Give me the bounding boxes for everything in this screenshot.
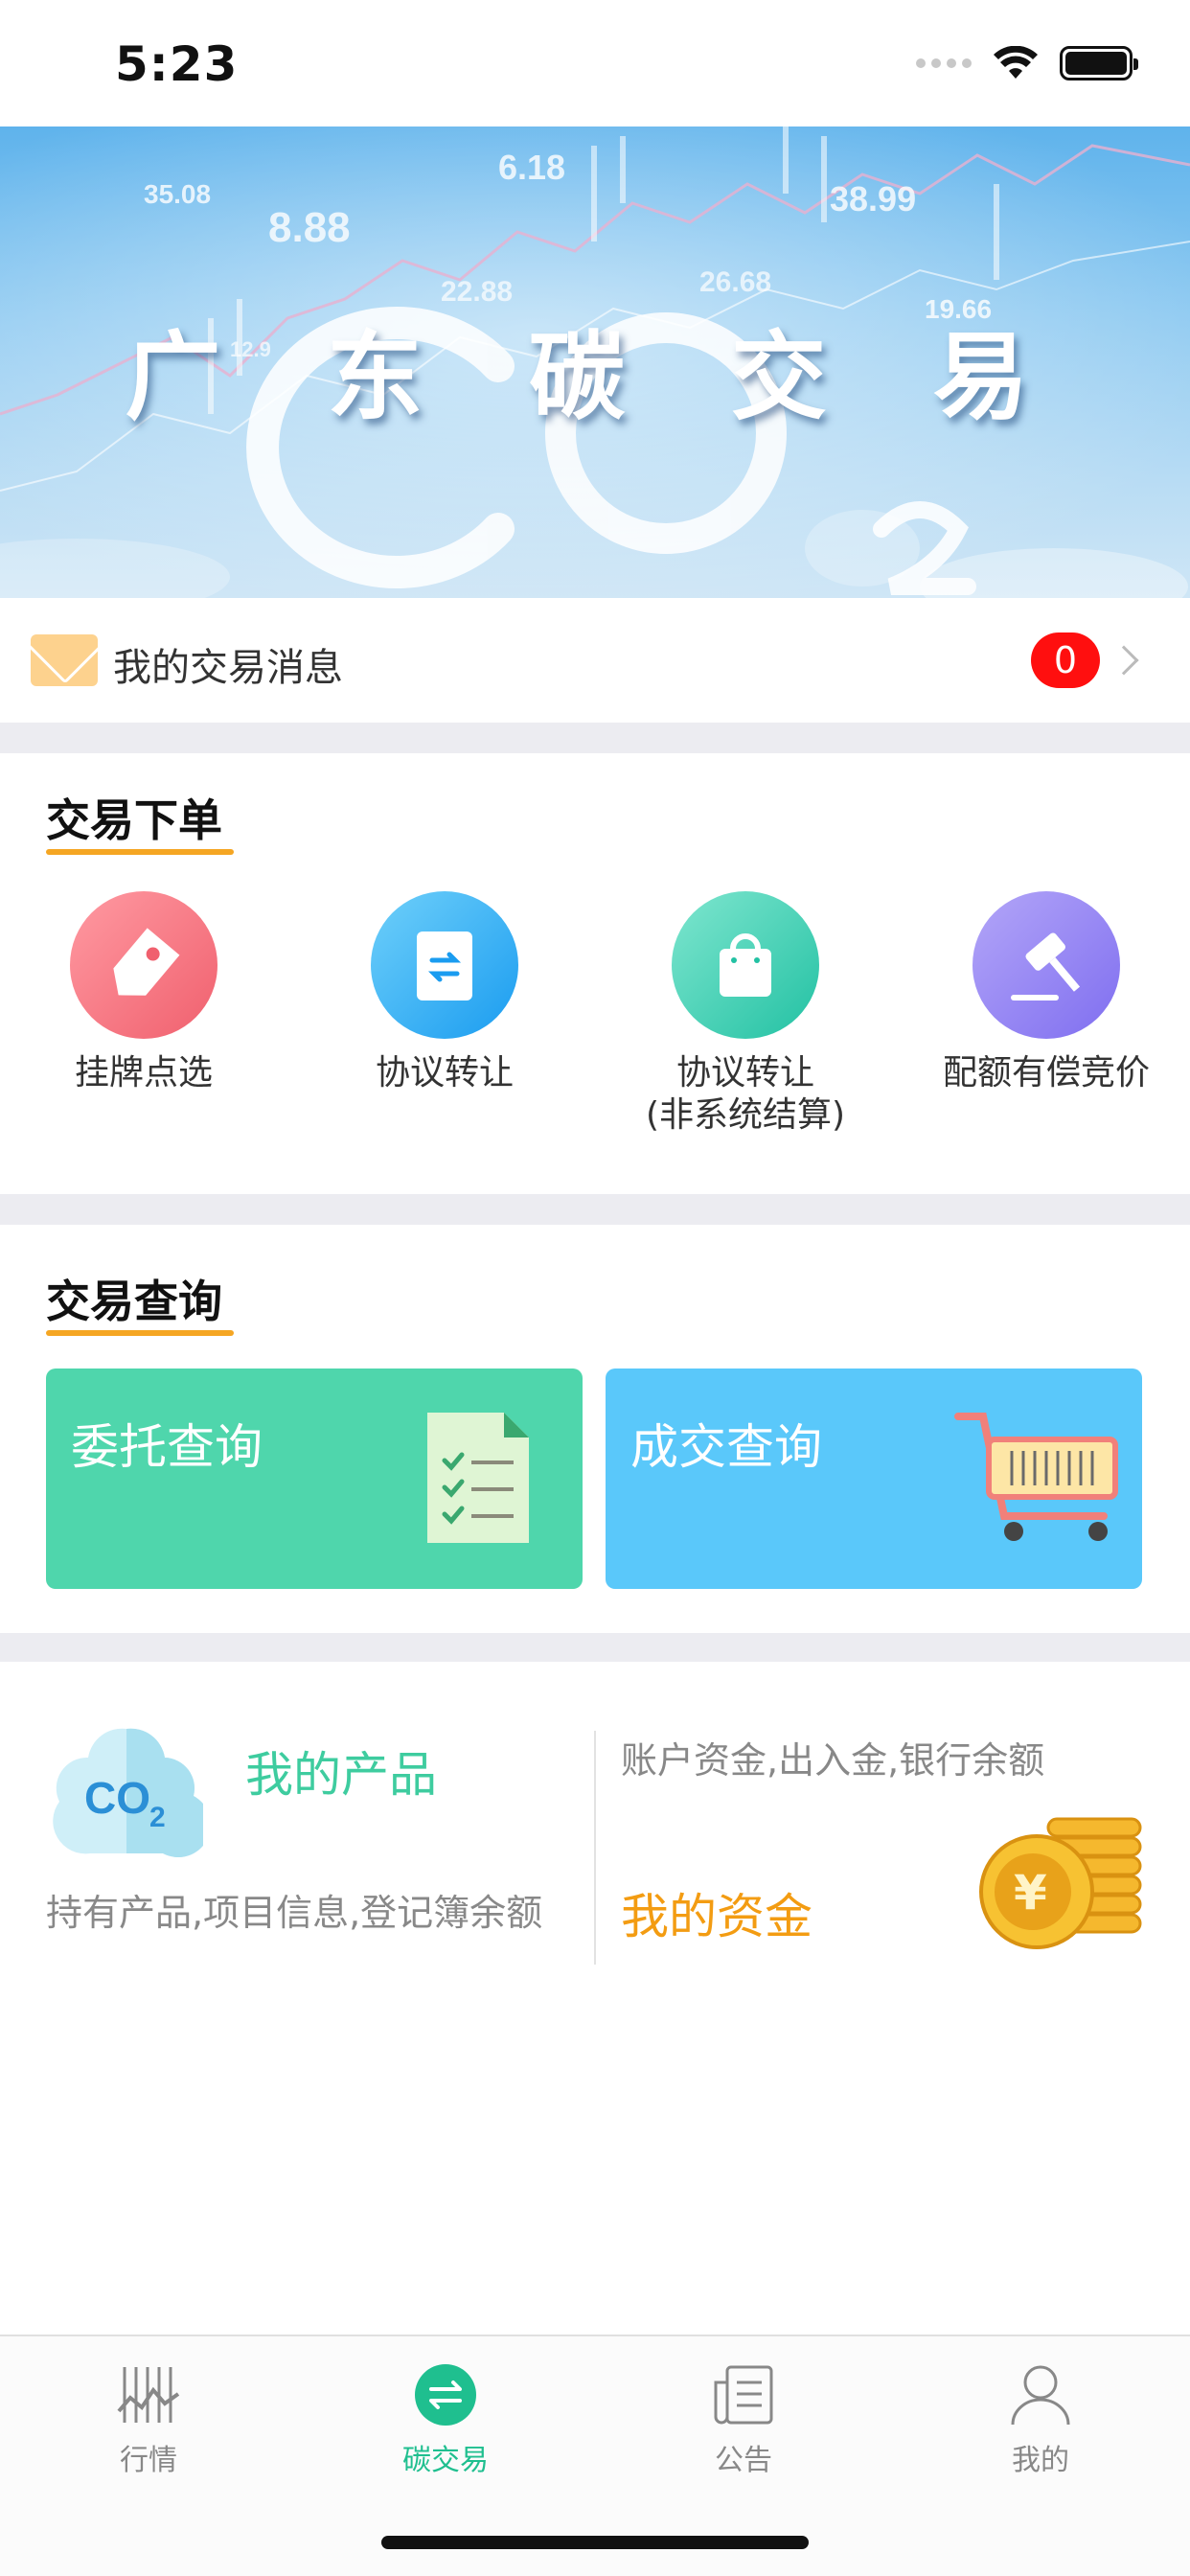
tab-carbon-trade-label: 碳交易 bbox=[402, 2444, 489, 2477]
entrust-query-card[interactable]: 委托查询 bbox=[46, 1368, 583, 1589]
order-listing-select-button[interactable]: 挂牌点选 bbox=[0, 891, 287, 1094]
battery-icon bbox=[1060, 46, 1138, 80]
newspaper-icon bbox=[710, 2361, 777, 2428]
tab-profile-label: 我的 bbox=[1012, 2444, 1069, 2477]
auction-hammer-icon bbox=[973, 891, 1120, 1039]
svg-text:38.99: 38.99 bbox=[830, 179, 916, 218]
order-quota-auction-button[interactable]: 配额有偿竞价 bbox=[903, 891, 1190, 1094]
banner[interactable]: 35.08 8.88 6.18 38.99 22.88 26.68 19.66 … bbox=[0, 126, 1190, 598]
shopping-bag-icon bbox=[672, 891, 819, 1039]
order-agreement-transfer-nonsystem-button[interactable]: 协议转让 (非系统结算) bbox=[602, 891, 889, 1137]
entrust-query-label: 委托查询 bbox=[71, 1419, 263, 1475]
tab-announcement[interactable]: 公告 bbox=[648, 2361, 839, 2478]
order-agreement-transfer-button[interactable]: 协议转让 bbox=[301, 891, 588, 1094]
status-icons bbox=[916, 46, 1138, 80]
order-item-label: 协议转让 bbox=[675, 1053, 814, 1092]
status-time: 5:23 bbox=[115, 36, 239, 92]
exchange-arrows-icon bbox=[412, 2361, 479, 2428]
chevron-right-icon bbox=[1109, 645, 1139, 676]
shopping-cart-icon bbox=[954, 1413, 1118, 1541]
home-indicator[interactable] bbox=[381, 2536, 809, 2549]
my-funds-title: 我的资金 bbox=[621, 1889, 812, 1944]
section-divider bbox=[0, 1194, 1190, 1225]
svg-text:8.88: 8.88 bbox=[268, 204, 351, 251]
co2-cloud-icon: CO 2 bbox=[53, 1728, 203, 1857]
banner-title: 广 东 碳 交 易 bbox=[125, 321, 1065, 433]
svg-text:2: 2 bbox=[149, 1802, 166, 1833]
my-funds-description: 账户资金,出入金,银行余额 bbox=[621, 1739, 1045, 1782]
trade-messages-row[interactable]: 我的交易消息 0 bbox=[0, 598, 1190, 723]
tag-icon bbox=[70, 891, 217, 1039]
cellular-signal-icon bbox=[916, 58, 972, 68]
tab-market[interactable]: 行情 bbox=[53, 2361, 244, 2478]
yuan-coins-icon: ¥ bbox=[979, 1817, 1142, 1949]
order-item-label: 挂牌点选 bbox=[74, 1053, 213, 1092]
swap-document-icon bbox=[371, 891, 518, 1039]
trade-messages-label: 我的交易消息 bbox=[113, 646, 343, 690]
svg-text:¥: ¥ bbox=[1014, 1865, 1047, 1920]
svg-text:35.08: 35.08 bbox=[144, 179, 211, 209]
order-section-title: 交易下单 bbox=[46, 794, 222, 846]
tab-market-label: 行情 bbox=[120, 2444, 177, 2477]
order-section-underline bbox=[46, 849, 234, 855]
deal-query-card[interactable]: 成交查询 bbox=[606, 1368, 1142, 1589]
deal-query-label: 成交查询 bbox=[630, 1419, 822, 1475]
my-products-description: 持有产品,项目信息,登记簿余额 bbox=[46, 1892, 543, 1934]
tab-profile[interactable]: 我的 bbox=[945, 2361, 1136, 2478]
wifi-icon bbox=[994, 46, 1038, 79]
message-count-badge: 0 bbox=[1031, 632, 1100, 688]
svg-text:6.18: 6.18 bbox=[498, 148, 565, 187]
market-chart-icon bbox=[115, 2361, 182, 2428]
svg-text:CO: CO bbox=[84, 1773, 150, 1823]
tab-carbon-trade[interactable]: 碳交易 bbox=[350, 2361, 541, 2478]
my-products-title: 我的产品 bbox=[245, 1747, 437, 1803]
order-item-sublabel: (非系统结算) bbox=[645, 1095, 846, 1135]
user-profile-icon bbox=[1007, 2361, 1074, 2428]
checklist-document-icon bbox=[427, 1413, 529, 1543]
tab-announcement-label: 公告 bbox=[715, 2444, 772, 2477]
section-divider bbox=[0, 1633, 1190, 1662]
order-item-label: 协议转让 bbox=[375, 1053, 514, 1092]
section-divider bbox=[0, 723, 1190, 753]
svg-text:26.68: 26.68 bbox=[699, 266, 771, 298]
query-section-title: 交易查询 bbox=[46, 1276, 222, 1327]
query-section-underline bbox=[46, 1330, 234, 1336]
mail-icon bbox=[31, 634, 98, 686]
order-item-label: 配额有偿竞价 bbox=[942, 1053, 1150, 1092]
status-bar: 5:23 bbox=[0, 0, 1190, 126]
